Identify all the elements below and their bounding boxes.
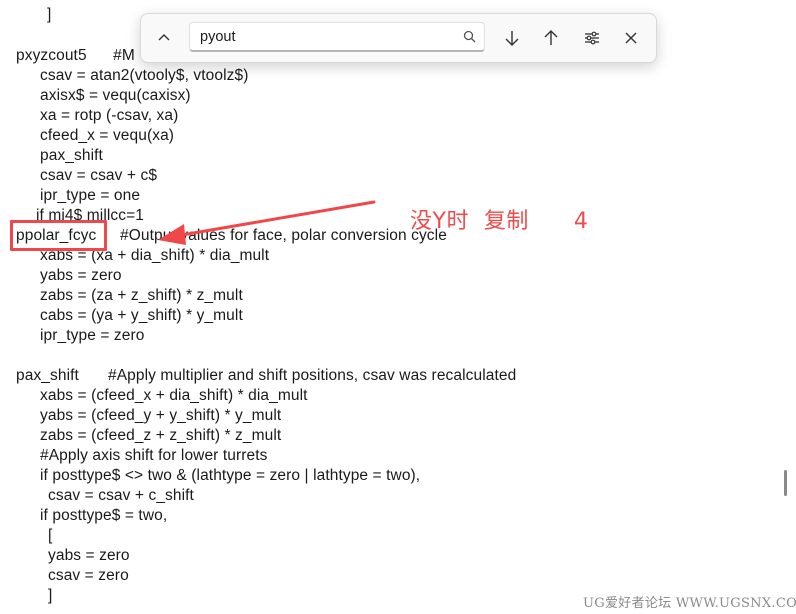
- vertical-scrollbar-thumb[interactable]: [784, 470, 787, 496]
- find-previous-button[interactable]: [536, 23, 566, 53]
- search-icon[interactable]: [463, 30, 476, 43]
- annotation-text: 没Y时 复制 4: [410, 209, 589, 234]
- arrow-up-icon: [544, 30, 558, 45]
- find-options-button[interactable]: [577, 23, 607, 53]
- arrow-down-icon: [505, 31, 519, 46]
- find-input[interactable]: [200, 26, 450, 48]
- find-next-button[interactable]: [497, 23, 527, 53]
- sliders-icon: [585, 31, 599, 45]
- annotation-arrow: [158, 200, 376, 245]
- watermark: UG爱好者论坛 WWW.UGSNX.COM: [583, 596, 796, 611]
- close-find-button[interactable]: [616, 23, 646, 53]
- find-input-box[interactable]: [189, 22, 485, 52]
- chevron-up-icon: [158, 34, 170, 41]
- collapse-button[interactable]: [149, 23, 179, 53]
- close-icon: [625, 32, 637, 44]
- find-bar: [140, 13, 657, 63]
